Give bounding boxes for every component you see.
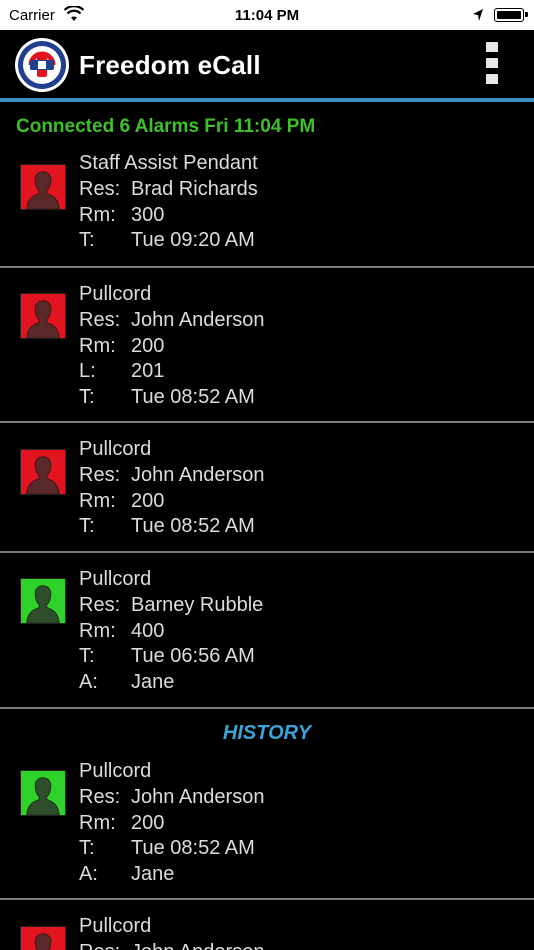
menu-dot-icon: [486, 58, 498, 68]
alarm-field: T: Tue 06:56 AM: [79, 644, 263, 670]
field-key: Rm:: [79, 489, 116, 512]
field-key: A:: [79, 863, 98, 886]
field-key: T:: [79, 837, 95, 860]
resident-avatar-icon: [20, 578, 66, 624]
alarm-field: Rm: 200: [79, 334, 264, 360]
field-key: T:: [79, 645, 95, 668]
field-key: T:: [79, 515, 95, 538]
field-value: Jane: [131, 671, 175, 694]
resident-avatar-icon: [20, 926, 66, 950]
field-key: Res:: [79, 940, 131, 950]
alarm-type: Pullcord: [79, 438, 152, 460]
field-key: Rm:: [79, 203, 116, 226]
alarm-field: Rm: 400: [79, 619, 263, 645]
menu-dot-icon: [486, 74, 498, 84]
field-key: T:: [79, 386, 95, 409]
app-title: Freedom eCall: [79, 50, 261, 80]
field-key: Res:: [79, 177, 121, 200]
app-header: Freedom eCall: [0, 30, 534, 98]
resident-avatar-icon: [20, 449, 66, 495]
alarm-type: Staff Assist Pendant: [79, 152, 258, 174]
field-key: Res:: [79, 463, 121, 486]
field-value: Tue 08:52 AM: [131, 837, 255, 860]
alarm-field: A: Jane: [79, 670, 263, 696]
field-value: Barney Rubble: [131, 593, 264, 616]
clock: 11:04 PM: [234, 7, 300, 24]
alarm-field: Res: John Anderson: [79, 308, 264, 334]
alarm-field: T: Tue 08:52 AM: [79, 836, 264, 862]
alarm-field: T: Tue 08:52 AM: [79, 385, 264, 411]
field-key: Res:: [79, 593, 121, 616]
field-value: John Anderson: [131, 785, 265, 808]
field-value: Brad Richards: [131, 177, 258, 200]
alarm-field: Res: Brad Richards: [79, 177, 258, 203]
field-value: John Anderson: [131, 463, 265, 486]
field-key: Rm:: [79, 811, 116, 834]
field-value: 201: [131, 360, 165, 383]
field-value: John Anderson: [131, 308, 265, 331]
alarm-type: Pullcord: [79, 283, 152, 305]
field-value: John Anderson: [131, 941, 264, 950]
field-value: Jane: [131, 863, 175, 886]
alarm-field: Res: John Anderson: [79, 785, 264, 811]
battery-icon: [494, 8, 528, 22]
alarm-field: T: Tue 08:52 AM: [79, 514, 264, 540]
field-key: Res:: [79, 308, 121, 331]
alarm-field: Rm: 300: [79, 203, 258, 229]
row-divider: [0, 266, 534, 268]
connection-status: Connected 6 Alarms Fri 11:04 PM: [16, 116, 316, 137]
field-key: Rm:: [79, 619, 116, 642]
field-value: 300: [131, 203, 165, 226]
alarm-type: Pullcord: [79, 760, 152, 782]
field-key: Res:: [79, 785, 121, 808]
alarm-field: L: 201: [79, 359, 264, 385]
alarm-field: Res:John Anderson: [79, 940, 264, 950]
field-value: 400: [131, 619, 165, 642]
alarm-field: Res: John Anderson: [79, 463, 264, 489]
alarm-field: Rm: 200: [79, 489, 264, 515]
header-divider: [0, 98, 534, 102]
field-key: Rm:: [79, 334, 116, 357]
alarm-field: T: Tue 09:20 AM: [79, 228, 258, 254]
freedom-ecall-logo-icon: [15, 38, 69, 92]
row-divider: [0, 421, 534, 423]
row-divider: [0, 551, 534, 553]
alarm-field: Res: Barney Rubble: [79, 593, 263, 619]
field-value: Tue 06:56 AM: [131, 645, 255, 668]
field-key: T:: [79, 229, 95, 252]
field-value: Tue 08:52 AM: [131, 515, 255, 538]
overflow-menu-button[interactable]: [484, 42, 500, 88]
alarm-type: Pullcord: [79, 568, 152, 590]
row-divider: [0, 898, 534, 900]
ios-status-bar: Carrier 11:04 PM: [0, 0, 534, 30]
field-value: 200: [131, 334, 165, 357]
field-value: Tue 09:20 AM: [131, 229, 255, 252]
alarm-type: Pullcord: [79, 915, 152, 937]
field-value: 200: [131, 811, 165, 834]
alarm-field: Rm: 200: [79, 811, 264, 837]
menu-dot-icon: [486, 42, 498, 52]
resident-avatar-icon: [20, 770, 66, 816]
resident-avatar-icon: [20, 164, 66, 210]
row-divider: [0, 707, 534, 709]
field-value: 200: [131, 489, 165, 512]
history-section-header: HISTORY: [222, 722, 312, 744]
field-key: L:: [79, 360, 96, 383]
location-arrow-icon: [473, 9, 483, 21]
field-value: Tue 08:52 AM: [131, 386, 255, 409]
alarm-field: A: Jane: [79, 862, 264, 888]
field-key: A:: [79, 671, 98, 694]
resident-avatar-icon: [20, 293, 66, 339]
